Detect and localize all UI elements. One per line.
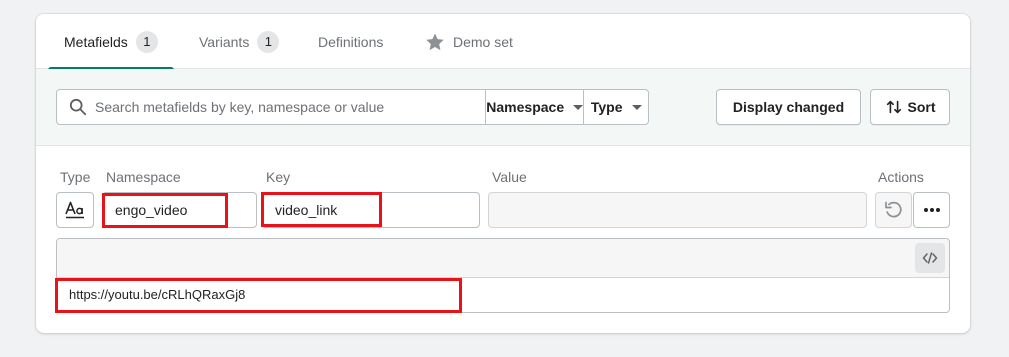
namespace-dropdown-label: Namespace [486, 99, 565, 115]
tab-variants[interactable]: Variants 1 [199, 14, 280, 69]
display-changed-button[interactable]: Display changed [716, 89, 861, 125]
editor-toolbar [57, 239, 949, 278]
column-header-namespace: Namespace [106, 169, 181, 185]
metafields-card: Metafields 1 Variants 1 Definitions Demo… [36, 14, 970, 333]
tab-variants-count: 1 [257, 30, 280, 53]
star-icon [425, 32, 445, 52]
column-header-type: Type [60, 169, 91, 185]
tab-metafields-count: 1 [135, 30, 158, 53]
code-icon [922, 252, 938, 264]
more-actions-button[interactable] [913, 192, 950, 228]
key-value: video_link [275, 202, 338, 218]
sort-button[interactable]: Sort [870, 89, 950, 125]
tab-definitions[interactable]: Definitions [318, 14, 383, 69]
caret-down-icon [573, 104, 584, 110]
sort-icon [886, 100, 901, 114]
caret-down-icon [631, 104, 642, 110]
tab-demo-set[interactable]: Demo set [425, 14, 513, 69]
editor-content: https://youtu.be/cRLhQRaxGj8 [69, 287, 246, 302]
undo-icon [884, 201, 902, 218]
column-header-key: Key [266, 169, 291, 185]
tab-variants-label: Variants [199, 33, 250, 50]
value-field [488, 192, 867, 228]
namespace-value: engo_video [115, 202, 188, 218]
tab-metafields-label: Metafields [64, 33, 128, 50]
value-editor[interactable]: https://youtu.be/cRLhQRaxGj8 [56, 238, 950, 313]
column-header-value: Value [492, 169, 527, 185]
type-dropdown-label: Type [590, 99, 623, 115]
display-changed-label: Display changed [732, 99, 845, 115]
search-filter-group: Namespace Type [56, 89, 649, 125]
search-icon [69, 98, 87, 116]
undo-button [875, 192, 912, 228]
search-input[interactable] [95, 99, 485, 115]
tab-definitions-label: Definitions [318, 33, 384, 50]
type-dropdown[interactable]: Type [584, 90, 648, 124]
tab-demo-set-label: Demo set [453, 33, 513, 50]
code-view-toggle[interactable] [915, 243, 945, 273]
text-type-icon [65, 201, 84, 219]
search-field[interactable] [57, 90, 486, 124]
sort-label: Sort [907, 99, 936, 115]
column-header-actions: Actions [878, 169, 924, 185]
filter-bar: Namespace Type Display changed Sort [36, 69, 970, 146]
namespace-field[interactable]: engo_video [102, 192, 257, 228]
tab-bar: Metafields 1 Variants 1 Definitions Demo… [36, 14, 970, 70]
type-selector-button[interactable] [56, 192, 94, 228]
key-field[interactable]: video_link [262, 192, 480, 228]
namespace-dropdown[interactable]: Namespace [486, 90, 585, 124]
tab-metafields[interactable]: Metafields 1 [48, 14, 174, 70]
more-horizontal-icon [923, 208, 940, 212]
